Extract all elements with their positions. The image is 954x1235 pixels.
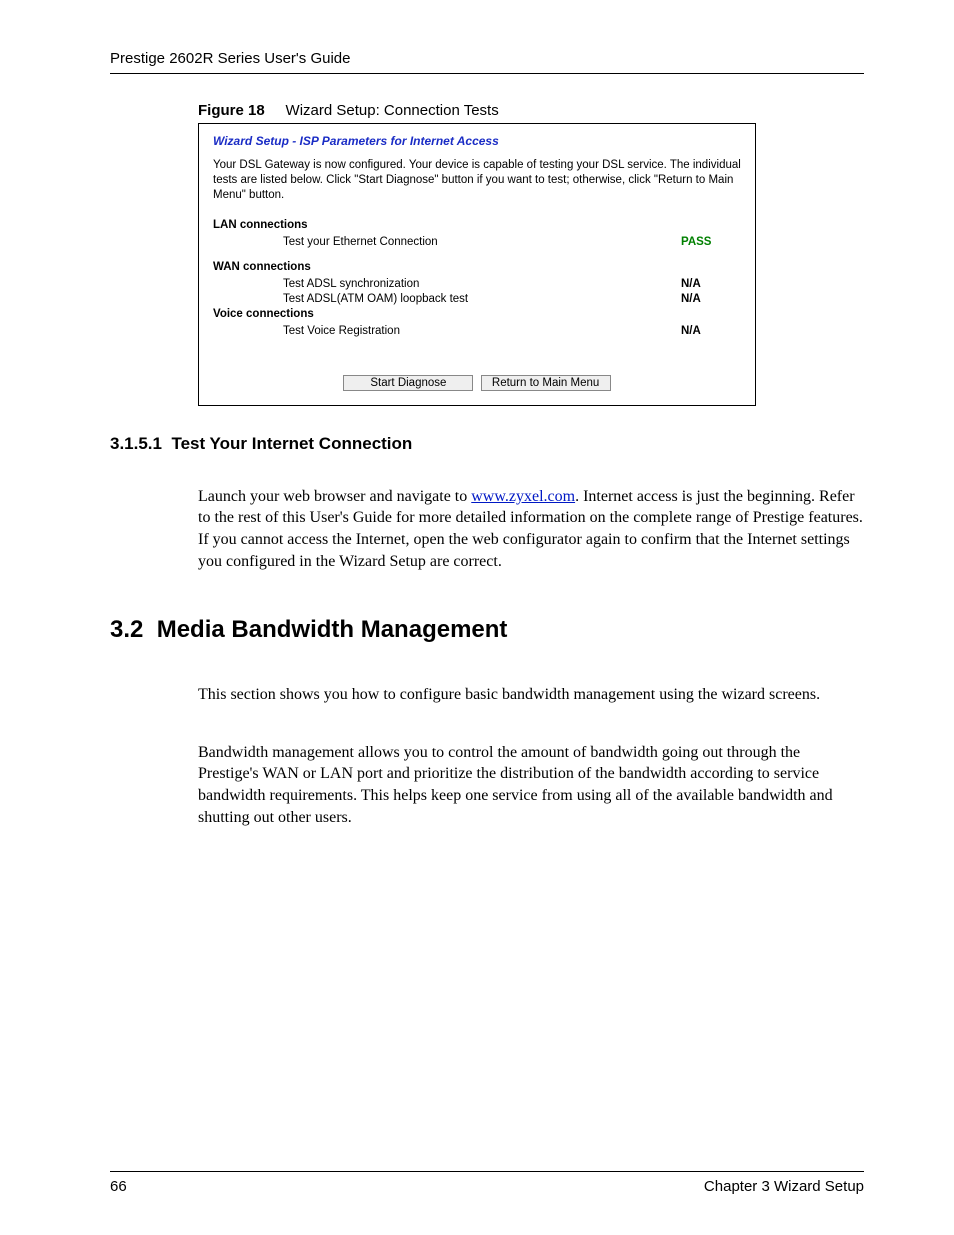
zyxel-link[interactable]: www.zyxel.com	[471, 488, 575, 505]
section-heading: 3.2 Media Bandwidth Management	[110, 616, 864, 644]
section-paragraph-2: Bandwidth management allows you to contr…	[198, 742, 864, 828]
test-label: Test ADSL(ATM OAM) loopback test	[213, 293, 681, 305]
running-header: Prestige 2602R Series User's Guide	[110, 50, 864, 74]
page-number: 66	[110, 1178, 127, 1195]
figure-title: Wizard Setup: Connection Tests	[286, 102, 499, 119]
subsection-heading: 3.1.5.1 Test Your Internet Connection	[110, 434, 864, 454]
test-status: PASS	[681, 236, 741, 248]
test-status: N/A	[681, 278, 741, 290]
wizard-screenshot: Wizard Setup - ISP Parameters for Intern…	[198, 123, 756, 406]
lan-heading: LAN connections	[213, 219, 741, 231]
test-row: Test Voice Registration N/A	[213, 325, 741, 337]
test-label: Test ADSL synchronization	[213, 278, 681, 290]
return-main-menu-button[interactable]: Return to Main Menu	[481, 375, 611, 391]
page-footer: 66 Chapter 3 Wizard Setup	[110, 1171, 864, 1195]
figure-caption: Figure 18 Wizard Setup: Connection Tests	[198, 102, 864, 119]
test-status: N/A	[681, 293, 741, 305]
wan-heading: WAN connections	[213, 261, 741, 273]
voice-heading: Voice connections	[213, 308, 741, 320]
start-diagnose-button[interactable]: Start Diagnose	[343, 375, 473, 391]
wizard-title: Wizard Setup - ISP Parameters for Intern…	[213, 134, 741, 148]
section-paragraph-1: This section shows you how to configure …	[198, 684, 864, 706]
test-row: Test your Ethernet Connection PASS	[213, 236, 741, 248]
wizard-intro: Your DSL Gateway is now configured. Your…	[213, 158, 741, 203]
chapter-label: Chapter 3 Wizard Setup	[704, 1178, 864, 1195]
test-label: Test your Ethernet Connection	[213, 236, 681, 248]
test-label: Test Voice Registration	[213, 325, 681, 337]
test-row: Test ADSL synchronization N/A	[213, 278, 741, 290]
figure-number: Figure 18	[198, 102, 265, 119]
test-row: Test ADSL(ATM OAM) loopback test N/A	[213, 293, 741, 305]
test-status: N/A	[681, 325, 741, 337]
subsection-paragraph: Launch your web browser and navigate to …	[198, 486, 864, 572]
